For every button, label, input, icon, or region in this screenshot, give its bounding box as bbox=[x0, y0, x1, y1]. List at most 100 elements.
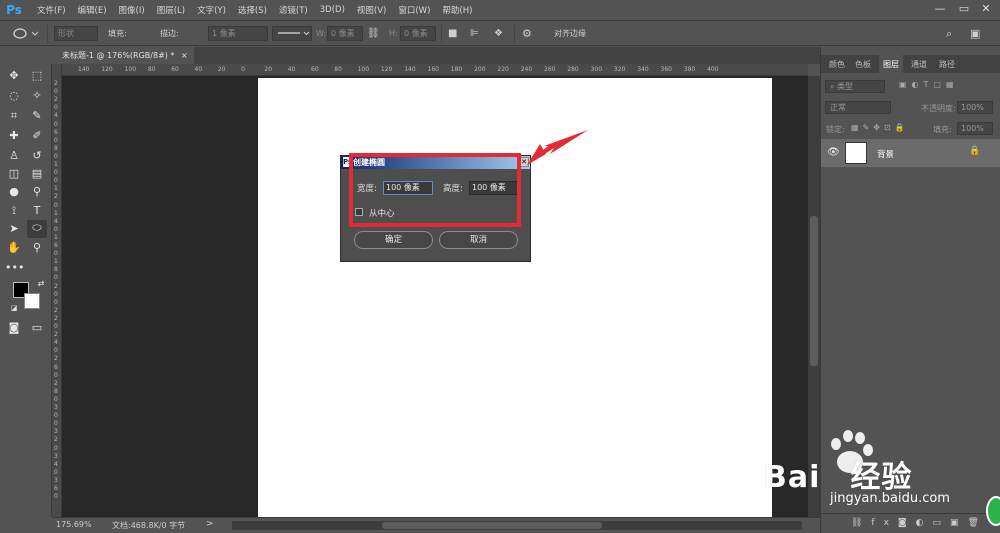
menu-window[interactable]: 窗口(W) bbox=[398, 4, 430, 16]
fill-field[interactable]: 100% bbox=[957, 122, 993, 135]
eraser-icon[interactable]: ◫ bbox=[5, 166, 23, 182]
vertical-scrollbar[interactable] bbox=[808, 76, 820, 517]
ok-button[interactable]: 确定 bbox=[354, 231, 433, 249]
status-menu-arrow[interactable]: > bbox=[206, 519, 214, 529]
gear-icon[interactable]: ⚙ bbox=[522, 26, 532, 41]
history-brush-icon[interactable]: ↺ bbox=[28, 148, 46, 164]
ruler-tick-label: 8 bbox=[54, 266, 58, 274]
path-arrangement-icon[interactable]: ❖ bbox=[494, 26, 503, 41]
stroke-type-select[interactable] bbox=[272, 26, 312, 41]
menu-3d[interactable]: 3D(D) bbox=[320, 5, 345, 15]
pen-tool-icon[interactable]: ⟟ bbox=[5, 203, 23, 219]
tab-layers[interactable]: 图层 bbox=[879, 55, 903, 74]
menu-help[interactable]: 帮助(H) bbox=[442, 4, 472, 16]
lock-icon: 🔒 bbox=[969, 146, 981, 156]
ruler-tick-label: 1 bbox=[54, 258, 58, 266]
minimize-button[interactable]: — bbox=[932, 2, 948, 16]
vertical-scroll-thumb[interactable] bbox=[810, 216, 818, 366]
opacity-field[interactable]: 100% bbox=[957, 101, 993, 114]
menu-image[interactable]: 图像(I) bbox=[119, 4, 145, 16]
clone-stamp-icon[interactable]: ♙ bbox=[5, 148, 23, 164]
brush-tool-icon[interactable]: ✐ bbox=[28, 128, 46, 144]
dodge-tool-icon[interactable]: ⚲ bbox=[28, 184, 46, 200]
lasso-tool-icon[interactable]: ◌ bbox=[5, 88, 23, 104]
ruler-tick-label: 2 bbox=[54, 355, 58, 363]
hand-tool-icon[interactable]: ✋ bbox=[5, 240, 23, 256]
close-tab-icon[interactable]: × bbox=[181, 51, 188, 60]
background-color-swatch[interactable] bbox=[24, 293, 40, 309]
layers-footer-icons[interactable]: ⛓fx◙◐▭▣🗑 bbox=[821, 513, 1000, 533]
tab-color[interactable]: 颜色 bbox=[829, 59, 845, 70]
layer-name[interactable]: 背景 bbox=[877, 148, 894, 160]
menu-view[interactable]: 视图(V) bbox=[357, 4, 386, 16]
healing-brush-icon[interactable]: ✚ bbox=[5, 128, 23, 144]
stroke-width-field[interactable]: 1 像素 bbox=[208, 26, 268, 41]
tab-paths[interactable]: 路径 bbox=[939, 59, 955, 70]
visibility-eye-icon[interactable]: 👁 bbox=[827, 147, 840, 158]
menu-file[interactable]: 文件(F) bbox=[37, 4, 66, 16]
layer-thumbnail bbox=[845, 142, 867, 164]
type-tool-icon[interactable]: T bbox=[28, 203, 46, 219]
gradient-tool-icon[interactable]: ▤ bbox=[28, 166, 46, 182]
document-canvas[interactable] bbox=[258, 78, 772, 517]
watermark-url: jingyan.baidu.com bbox=[830, 491, 950, 506]
marquee-tool-icon[interactable]: ⬚ bbox=[28, 68, 46, 84]
layer-filter-icons[interactable]: ▣◐T▢▦ bbox=[899, 80, 959, 89]
ruler-tick-label: 60 bbox=[171, 66, 179, 73]
ruler-tick-label: 300 bbox=[590, 66, 603, 73]
restore-button[interactable]: ▭ bbox=[956, 2, 972, 16]
menu-filter[interactable]: 滤镜(T) bbox=[279, 4, 308, 16]
ruler-tick-label: 0 bbox=[54, 225, 58, 233]
tool-preset-picker[interactable] bbox=[8, 26, 42, 41]
mode-select[interactable]: 形状 bbox=[54, 26, 98, 41]
menu-type[interactable]: 文字(Y) bbox=[197, 4, 226, 16]
ruler-tick-label: 0 bbox=[54, 493, 58, 501]
menu-edit[interactable]: 编辑(E) bbox=[78, 4, 107, 16]
crop-tool-icon[interactable]: ⌗ bbox=[5, 108, 23, 124]
horizontal-scroll-thumb[interactable] bbox=[382, 522, 602, 529]
cancel-button[interactable]: 取消 bbox=[439, 231, 518, 249]
close-window-button[interactable]: ✕ bbox=[978, 2, 994, 16]
ruler-tick-label: 0 bbox=[54, 169, 58, 177]
ellipse-tool-selected-icon[interactable]: ⬭ bbox=[27, 220, 47, 238]
blur-tool-icon[interactable]: ● bbox=[5, 184, 23, 200]
document-tab-bar: 未标题-1 @ 176%(RGB/8#) * × bbox=[52, 47, 820, 64]
default-colors-icon[interactable]: ◪ bbox=[5, 300, 23, 316]
more-tools-icon[interactable]: ••• bbox=[5, 260, 24, 276]
search-icon[interactable]: ⌕ bbox=[946, 26, 952, 41]
align-edges-label: 对齐边缘 bbox=[554, 29, 586, 38]
zoom-level[interactable]: 175.69% bbox=[56, 520, 92, 529]
ruler-tick-label: 0 bbox=[54, 298, 58, 306]
layer-row[interactable]: 👁 背景 🔒 bbox=[821, 139, 1000, 167]
ruler-tick-label: 180 bbox=[450, 66, 463, 73]
move-tool-icon[interactable]: ✥ bbox=[5, 68, 23, 84]
workspace-icon[interactable]: ▣ bbox=[970, 26, 980, 41]
lock-icons[interactable]: ▦✎✥⊡🔒 bbox=[851, 123, 909, 132]
screen-mode-icon[interactable]: ▭ bbox=[28, 320, 46, 336]
tab-swatches[interactable]: 色板 bbox=[855, 59, 871, 70]
height-field[interactable]: 0 像素 bbox=[400, 26, 436, 41]
layer-filter-select[interactable]: ⌕ 类型 bbox=[825, 80, 885, 93]
path-select-icon[interactable]: ➤ bbox=[5, 221, 23, 237]
document-tab[interactable]: 未标题-1 @ 176%(RGB/8#) * × bbox=[52, 47, 194, 64]
ruler-tick-label: 0 bbox=[54, 88, 58, 96]
path-alignment-icon[interactable]: ⊫ bbox=[470, 26, 479, 41]
quick-mask-icon[interactable]: ◙ bbox=[5, 320, 23, 336]
ruler-tick-label: 0 bbox=[54, 152, 58, 160]
link-icon[interactable]: ⛓ bbox=[367, 26, 380, 41]
blend-mode-select[interactable]: 正常 bbox=[825, 101, 891, 114]
ruler-tick-label: 80 bbox=[334, 66, 342, 73]
ruler-tick-label: 1 bbox=[54, 233, 58, 241]
tab-channels[interactable]: 通道 bbox=[911, 59, 927, 70]
path-operations-icon[interactable]: ■ bbox=[448, 26, 457, 41]
width-field[interactable]: 0 像素 bbox=[327, 26, 363, 41]
canvas-workspace[interactable] bbox=[62, 76, 808, 517]
menu-layer[interactable]: 图层(L) bbox=[157, 4, 185, 16]
eyedropper-icon[interactable]: ✎ bbox=[28, 108, 46, 124]
horizontal-scrollbar[interactable] bbox=[232, 521, 802, 530]
magic-wand-icon[interactable]: ✧ bbox=[28, 88, 46, 104]
ruler-tick-label: 2 bbox=[54, 314, 58, 322]
menu-select[interactable]: 选择(S) bbox=[238, 4, 267, 16]
swap-colors-icon[interactable]: ⇄ bbox=[32, 276, 50, 292]
zoom-tool-icon[interactable]: ⚲ bbox=[28, 240, 46, 256]
